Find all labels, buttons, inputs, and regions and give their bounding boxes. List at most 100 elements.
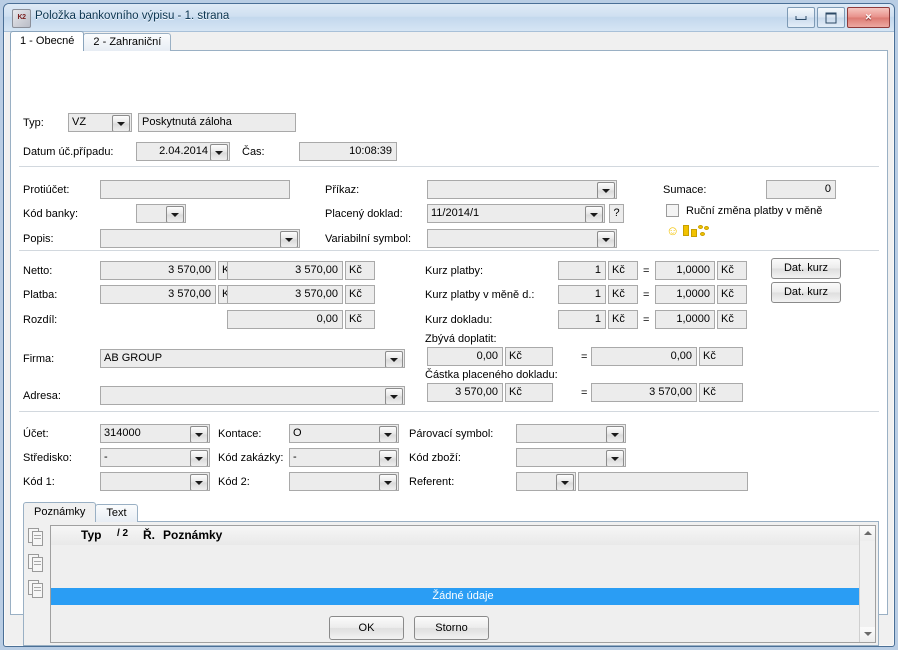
prikaz-combo[interactable]: [427, 180, 617, 199]
referent-label: Referent:: [409, 476, 455, 488]
maximize-button[interactable]: [817, 7, 845, 28]
chevron-down-icon[interactable]: [280, 231, 298, 247]
rozdil-unit: Kč: [345, 310, 375, 329]
varsymbol-label: Variabilní symbol:: [325, 233, 411, 245]
edit-note-icon[interactable]: [28, 554, 45, 573]
chevron-down-icon[interactable]: [112, 115, 130, 131]
chevron-down-icon[interactable]: [166, 206, 184, 222]
dat-kurz-button-1[interactable]: Dat. kurz: [771, 258, 841, 279]
chevron-down-icon[interactable]: [597, 231, 615, 247]
varsymbol-combo[interactable]: [427, 229, 617, 248]
tab-obecne[interactable]: 1 - Obecné: [10, 31, 85, 51]
kod2-combo[interactable]: [289, 472, 399, 491]
zbyva-unit-2: Kč: [699, 347, 743, 366]
chevron-down-icon[interactable]: [210, 144, 228, 160]
platba-label: Platba:: [23, 289, 58, 301]
notes-tab-poznamky[interactable]: Poznámky: [23, 502, 97, 522]
platba-unit-2: Kč: [345, 285, 375, 304]
kod1-combo[interactable]: [100, 472, 210, 491]
popis-combo[interactable]: [100, 229, 300, 248]
new-note-icon[interactable]: [28, 528, 45, 547]
rozdil-value: 0,00: [227, 310, 343, 329]
kurz-platby-unit-2: Kč: [717, 261, 747, 280]
kurz-platby-label: Kurz platby:: [425, 265, 484, 277]
column-header-typ[interactable]: Typ: [81, 528, 101, 542]
chevron-down-icon[interactable]: [379, 450, 397, 466]
chevron-down-icon[interactable]: [379, 426, 397, 442]
protiucet-input[interactable]: [100, 180, 290, 199]
notes-side-toolbar: [28, 528, 52, 606]
chevron-down-icon[interactable]: [606, 450, 624, 466]
typ-combo[interactable]: VZ: [68, 113, 132, 132]
sumace-label: Sumace:: [663, 184, 707, 196]
zbyva-equals: =: [581, 351, 588, 363]
chevron-down-icon[interactable]: [556, 474, 574, 490]
kontace-combo[interactable]: O: [289, 424, 399, 443]
firma-label: Firma:: [23, 353, 55, 365]
firma-combo[interactable]: AB GROUP: [100, 349, 405, 368]
minimize-button[interactable]: [787, 7, 815, 28]
kurz-meny-value-2[interactable]: 1,0000: [655, 285, 715, 304]
typ-description: Poskytnutá záloha: [138, 113, 296, 132]
divider-1: [19, 166, 879, 167]
kurz-meny-value-1[interactable]: 1: [558, 285, 606, 304]
platba-value-2[interactable]: 3 570,00: [227, 285, 343, 304]
column-header-radek[interactable]: Ř.: [143, 528, 155, 542]
kod-zbozi-combo[interactable]: [516, 448, 626, 467]
help-button[interactable]: ?: [609, 204, 624, 223]
chevron-down-icon[interactable]: [385, 388, 403, 404]
chevron-down-icon[interactable]: [385, 351, 403, 367]
ucet-combo[interactable]: 314000: [100, 424, 210, 443]
smiley-icon[interactable]: ☺: [666, 224, 679, 237]
kurz-dokladu-value-1[interactable]: 1: [558, 310, 606, 329]
coins-icon[interactable]: [683, 225, 713, 238]
chevron-down-icon[interactable]: [606, 426, 624, 442]
scroll-up-icon[interactable]: [860, 526, 875, 541]
kod-zakazky-combo[interactable]: -: [289, 448, 399, 467]
kurz-platby-unit-1: Kč: [608, 261, 638, 280]
chevron-down-icon[interactable]: [190, 426, 208, 442]
delete-note-icon[interactable]: [28, 580, 45, 599]
dat-kurz-button-2[interactable]: Dat. kurz: [771, 282, 841, 303]
netto-value-1[interactable]: 3 570,00: [100, 261, 216, 280]
kurz-meny-label: Kurz platby v měně d.:: [425, 289, 535, 301]
close-button[interactable]: ×: [847, 7, 890, 28]
ok-button[interactable]: OK: [329, 616, 404, 640]
referent-combo[interactable]: [516, 472, 576, 491]
rucni-zmena-checkbox[interactable]: [666, 204, 679, 217]
stredisko-value: -: [104, 451, 108, 463]
cancel-button[interactable]: Storno: [414, 616, 489, 640]
title-bar: K2 Položka bankovního výpisu - 1. strana…: [4, 4, 894, 32]
placeny-doklad-combo[interactable]: 11/2014/1: [427, 204, 605, 223]
chevron-down-icon[interactable]: [190, 450, 208, 466]
kodbanky-combo[interactable]: [136, 204, 186, 223]
castka-equals: =: [581, 387, 588, 399]
typ-value: VZ: [72, 116, 87, 128]
chevron-down-icon[interactable]: [190, 474, 208, 490]
referent-name-field: [578, 472, 748, 491]
castka-unit-2: Kč: [699, 383, 743, 402]
window-title: Položka bankovního výpisu - 1. strana: [35, 10, 230, 22]
castka-value-2: 3 570,00: [591, 383, 697, 402]
column-header-page[interactable]: / 2: [117, 528, 128, 539]
netto-value-2[interactable]: 3 570,00: [227, 261, 343, 280]
adresa-combo[interactable]: [100, 386, 405, 405]
stredisko-combo[interactable]: -: [100, 448, 210, 467]
column-header-poznamky[interactable]: Poznámky: [163, 528, 222, 542]
kurz-dokladu-value-2[interactable]: 1,0000: [655, 310, 715, 329]
chevron-down-icon[interactable]: [597, 182, 615, 198]
platba-value-1[interactable]: 3 570,00: [100, 285, 216, 304]
kurz-platby-value-1[interactable]: 1: [558, 261, 606, 280]
divider-2: [19, 250, 879, 251]
notes-tab-text[interactable]: Text: [95, 504, 138, 522]
datum-field[interactable]: 2.04.2014: [136, 142, 230, 161]
netto-label: Netto:: [23, 265, 53, 277]
chevron-down-icon[interactable]: [379, 474, 397, 490]
empty-row[interactable]: Žádné údaje: [51, 588, 875, 605]
parovaci-symbol-combo[interactable]: [516, 424, 626, 443]
dialog-footer: OK Storno: [4, 616, 894, 646]
kurz-meny-unit-2: Kč: [717, 285, 747, 304]
kurz-platby-value-2[interactable]: 1,0000: [655, 261, 715, 280]
chevron-down-icon[interactable]: [585, 206, 603, 222]
tab-zahranicni[interactable]: 2 - Zahraniční: [83, 33, 172, 51]
